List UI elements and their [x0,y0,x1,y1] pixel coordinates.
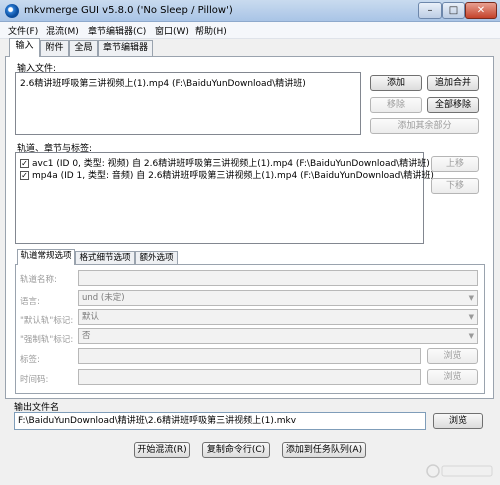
language-select[interactable]: und (未定) ▼ [78,290,478,306]
track-name-field[interactable] [78,270,478,286]
app-icon [5,4,19,18]
forced-flag-value: 否 [82,331,91,341]
language-label: 语言: [20,297,40,307]
subtab-extra[interactable]: 额外选项 [135,251,178,265]
timecodes-browse-button[interactable]: 浏览 [427,369,478,385]
remove-file-button[interactable]: 移除 [370,97,422,113]
timecodes-field[interactable] [78,369,421,385]
checkbox-icon[interactable]: ✓ [20,171,29,180]
track-item-label: mp4a (ID 1, 类型: 音频) 自 2.6精讲班呼吸第三讲视频上(1).… [32,171,434,181]
move-up-button[interactable]: 上移 [431,156,479,172]
language-value: und (未定) [82,293,125,303]
append-file-button[interactable]: 追加合并 [427,75,479,91]
tracks-list[interactable]: ✓ avc1 (ID 0, 类型: 视频) 自 2.6精讲班呼吸第三讲视频上(1)… [15,152,434,244]
input-files-list[interactable]: 2.6精讲班呼吸第三讲视频上(1).mp4 (F:\BaiduYunDownlo… [15,72,361,135]
start-muxing-button[interactable]: 开始混流(R) [134,442,190,458]
track-item-audio[interactable]: ✓ mp4a (ID 1, 类型: 音频) 自 2.6精讲班呼吸第三讲视频上(1)… [20,168,434,181]
output-filename-input[interactable]: F:\BaiduYunDownload\精讲班\2.6精讲班呼吸第三讲视频上(1… [14,412,426,430]
timecodes-label: 时间码: [20,375,49,385]
close-button[interactable]: ✕ [465,2,497,19]
menu-help[interactable]: 帮助(H) [195,24,227,37]
subtab-general[interactable]: 轨道常规选项 [17,249,75,265]
tags-label: 标签: [20,355,40,365]
move-down-button[interactable]: 下移 [431,178,479,194]
input-file-item[interactable]: 2.6精讲班呼吸第三讲视频上(1).mp4 (F:\BaiduYunDownlo… [20,76,306,89]
chevron-down-icon: ▼ [468,313,474,321]
tags-browse-button[interactable]: 浏览 [427,348,478,364]
tags-field[interactable] [78,348,421,364]
default-flag-value: 默认 [82,312,100,322]
chevron-down-icon: ▼ [468,332,474,340]
output-browse-button[interactable]: 浏览 [433,413,483,429]
menu-mux[interactable]: 混流(M) [46,24,79,37]
checkbox-icon[interactable]: ✓ [20,159,29,168]
forced-flag-label: "强制轨"标记: [20,335,74,345]
copy-command-button[interactable]: 复制命令行(C) [202,442,270,458]
forced-flag-select[interactable]: 否 ▼ [78,328,478,344]
default-flag-label: "默认轨"标记: [20,316,74,326]
menu-chapter-editor[interactable]: 章节编辑器(C) [88,24,146,37]
track-name-label: 轨道名称: [20,275,57,285]
add-file-button[interactable]: 添加 [370,75,422,91]
tab-chapter-editor[interactable]: 章节编辑器 [98,40,153,56]
baidu-jingyan-logo [426,464,493,478]
tab-input[interactable]: 输入 [9,38,40,57]
menu-file[interactable]: 文件(F) [8,24,38,37]
add-to-queue-button[interactable]: 添加到任务队列(A) [282,442,366,458]
chevron-down-icon: ▼ [468,294,474,302]
subtab-format[interactable]: 格式细节选项 [75,251,135,265]
window-title: mkvmerge GUI v5.8.0 ('No Sleep / Pillow'… [24,5,233,16]
menu-window[interactable]: 窗口(W) [155,24,189,37]
minimize-button[interactable]: – [418,2,442,19]
tab-global[interactable]: 全局 [69,40,98,56]
watermark-logo [426,463,496,482]
add-parts-button[interactable]: 添加其余部分 [370,118,479,134]
tab-attachments[interactable]: 附件 [40,40,69,56]
maximize-button[interactable]: □ [442,2,465,19]
remove-all-button[interactable]: 全部移除 [427,97,479,113]
default-flag-select[interactable]: 默认 ▼ [78,309,478,325]
